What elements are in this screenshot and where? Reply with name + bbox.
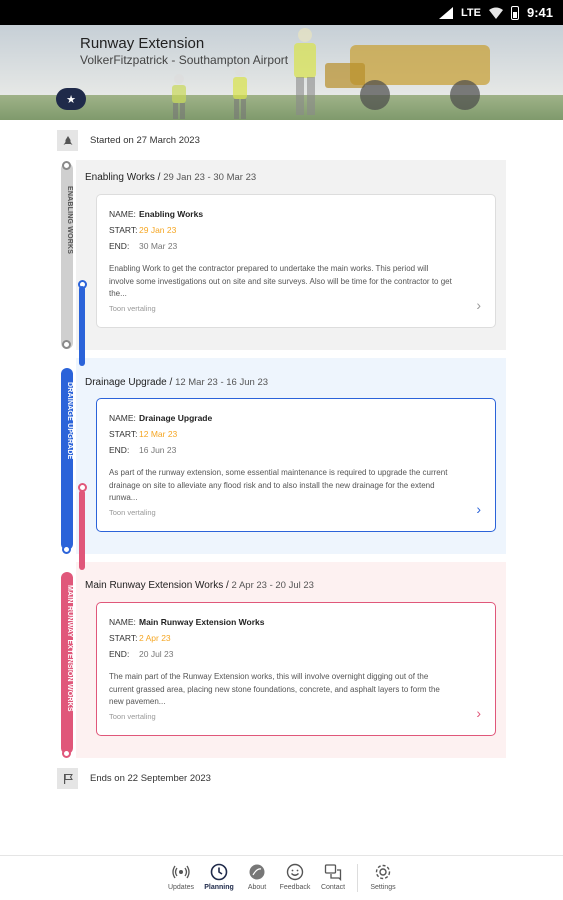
card-end-value: 20 Jul 23: [139, 649, 174, 659]
card-name-value: Main Runway Extension Works: [139, 617, 265, 627]
battery-icon: [510, 5, 519, 20]
favorite-button[interactable]: ★: [56, 88, 86, 110]
phase-heading-name: Drainage Upgrade /: [85, 377, 173, 388]
card-start-row: START: 12 Mar 23: [109, 429, 177, 439]
nav-label: Planning: [204, 884, 234, 891]
card-start-key: START:: [109, 633, 138, 643]
timeline-connector: [79, 286, 85, 366]
leaf-icon: [247, 862, 267, 882]
card-end-value: 30 Mar 23: [139, 241, 178, 251]
card-name-value: Drainage Upgrade: [139, 413, 213, 423]
card-start-key: START:: [109, 429, 138, 439]
chevron-right-icon[interactable]: ›: [476, 705, 481, 721]
nav-updates[interactable]: Updates: [161, 862, 201, 891]
card-end-row: END: 20 Jul 23: [109, 649, 174, 659]
header-photo-worker-2: [233, 66, 247, 119]
phase-heading-dates: 2 Apr 23 - 20 Jul 23: [231, 580, 314, 591]
phase-end-dot: [62, 340, 71, 349]
phase-heading-dates: 12 Mar 23 - 16 Jun 23: [175, 377, 269, 388]
nav-label: Updates: [167, 884, 195, 891]
smiley-icon: [285, 862, 305, 882]
phase-card-enabling-works[interactable]: NAME: Enabling Works START: 29 Jan 23 EN…: [96, 194, 496, 328]
phase-track-label: MAIN RUNWAY EXTENSION WORKS: [66, 584, 73, 712]
phase-heading-name: Main Runway Extension Works /: [85, 580, 229, 591]
header-photo-machinery: [325, 45, 490, 110]
nav-settings[interactable]: Settings: [363, 862, 403, 891]
card-name-key: NAME:: [109, 209, 136, 219]
nav-divider: [357, 864, 358, 892]
timeline-connector: [79, 490, 85, 570]
project-title: Runway Extension: [80, 35, 205, 52]
clock-icon: [209, 862, 229, 882]
phase-heading: Main Runway Extension Works / 2 Apr 23 -…: [85, 580, 314, 591]
phase-end-dot: [62, 749, 71, 758]
card-end-row: END: 30 Mar 23: [109, 241, 177, 251]
nav-label: About: [247, 884, 267, 891]
card-start-value: 12 Mar 23: [139, 429, 178, 439]
phase-heading-name: Enabling Works /: [85, 172, 161, 183]
card-name-row: NAME: Drainage Upgrade: [109, 413, 212, 423]
card-start-value: 29 Jan 23: [139, 225, 177, 235]
project-header: Runway Extension VolkerFitzpatrick - Sou…: [0, 25, 563, 120]
flag-icon: [57, 768, 78, 789]
card-end-value: 16 Jun 23: [139, 445, 177, 455]
status-bar: LTE 9:41: [0, 0, 563, 25]
card-description: Enabling Work to get the contractor prep…: [109, 264, 452, 298]
card-start-row: START: 29 Jan 23: [109, 225, 176, 235]
card-name-key: NAME:: [109, 413, 136, 423]
card-name-value: Enabling Works: [139, 209, 204, 219]
phase-end-dot: [62, 545, 71, 554]
nav-planning[interactable]: Planning: [199, 862, 239, 891]
star-icon: ★: [66, 93, 76, 106]
chevron-right-icon[interactable]: ›: [476, 297, 481, 313]
start-date-text: Started on 27 March 2023: [90, 135, 200, 146]
broadcast-icon: [171, 862, 191, 882]
phase-card-drainage-upgrade[interactable]: NAME: Drainage Upgrade START: 12 Mar 23 …: [96, 398, 496, 532]
rocket-icon: [57, 130, 78, 151]
phase-heading-dates: 29 Jan 23 - 30 Mar 23: [163, 172, 257, 183]
nav-label: Feedback: [279, 884, 311, 891]
card-description: As part of the runway extension, some es…: [109, 468, 448, 502]
nav-label: Settings: [370, 884, 396, 891]
gear-icon: [373, 862, 393, 882]
network-type: LTE: [461, 6, 481, 19]
signal-icon: [439, 6, 453, 19]
project-subtitle: VolkerFitzpatrick - Southampton Airport: [80, 53, 289, 67]
nav-label: Contact: [320, 884, 346, 891]
card-end-key: END:: [109, 445, 130, 455]
card-name-row: NAME: Main Runway Extension Works: [109, 617, 264, 627]
translate-link[interactable]: Toon vertaling: [109, 508, 156, 517]
phase-start-dot: [62, 161, 71, 170]
end-date-text: Ends on 22 September 2023: [90, 773, 211, 784]
card-name-key: NAME:: [109, 617, 136, 627]
card-end-key: END:: [109, 241, 130, 251]
card-name-row: NAME: Enabling Works: [109, 209, 203, 219]
timeline-start: Started on 27 March 2023: [57, 130, 200, 151]
nav-contact[interactable]: Contact: [313, 862, 353, 891]
timeline-end: Ends on 22 September 2023: [57, 768, 211, 789]
translate-link[interactable]: Toon vertaling: [109, 712, 156, 721]
card-description: The main part of the Runway Extension wo…: [109, 672, 440, 706]
card-start-key: START:: [109, 225, 138, 235]
phase-heading: Drainage Upgrade / 12 Mar 23 - 16 Jun 23: [85, 377, 268, 388]
clock-time: 9:41: [526, 5, 553, 20]
chevron-right-icon[interactable]: ›: [476, 501, 481, 517]
phase-track-label: DRAINAGE UPGRADE: [66, 381, 73, 460]
phase-track-label: ENABLING WORKS: [66, 185, 73, 255]
card-start-value: 2 Apr 23: [139, 633, 171, 643]
card-start-row: START: 2 Apr 23: [109, 633, 171, 643]
wifi-icon: [488, 7, 503, 19]
phase-heading: Enabling Works / 29 Jan 23 - 30 Mar 23: [85, 172, 256, 183]
translate-link[interactable]: Toon vertaling: [109, 304, 156, 313]
card-end-row: END: 16 Jun 23: [109, 445, 176, 455]
chat-icon: [323, 862, 343, 882]
phase-card-main-runway-extension[interactable]: NAME: Main Runway Extension Works START:…: [96, 602, 496, 736]
nav-feedback[interactable]: Feedback: [275, 862, 315, 891]
header-photo-worker: [294, 28, 316, 115]
bottom-navigation: Updates Planning About Feedback Contact …: [0, 855, 563, 900]
card-end-key: END:: [109, 649, 130, 659]
nav-about[interactable]: About: [237, 862, 277, 891]
header-photo-worker-3: [172, 74, 186, 119]
